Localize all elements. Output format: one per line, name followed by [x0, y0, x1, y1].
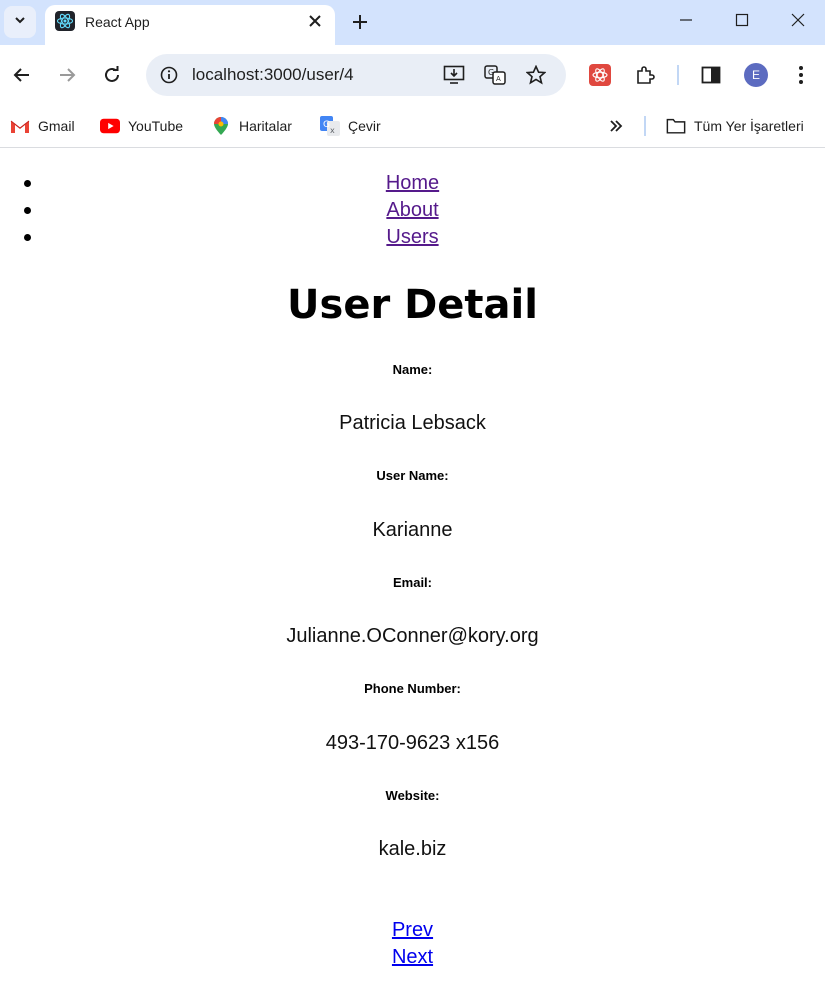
nav-item-users: Users [0, 224, 825, 251]
website-label: Website: [385, 788, 440, 803]
url-text: localhost:3000/user/4 [192, 65, 354, 84]
forward-button[interactable] [51, 59, 83, 91]
list-bullet [24, 207, 31, 214]
tab-title: React App [85, 14, 150, 30]
toolbar-divider [677, 65, 679, 85]
list-bullet [24, 234, 31, 241]
profile-button[interactable]: E [740, 59, 772, 91]
bookmarks-divider [644, 116, 646, 136]
close-window-button[interactable] [770, 0, 825, 40]
name-label: Name: [392, 362, 433, 377]
svg-text:G: G [488, 68, 494, 77]
back-arrow-icon [13, 68, 29, 82]
more-bookmarks-button[interactable] [606, 113, 626, 139]
browser-toolbar: localhost:3000/user/4 GA E [0, 45, 825, 105]
address-bar[interactable]: localhost:3000/user/4 GA [146, 54, 566, 96]
bookmarks-bar: Gmail YouTube Haritalar Gx Çevir Tüm Yer… [0, 105, 825, 148]
tab-close-icon[interactable] [305, 11, 325, 31]
bookmark-label: Haritalar [239, 118, 292, 134]
bookmark-youtube[interactable]: YouTube [100, 113, 183, 139]
active-tab[interactable]: React App [45, 5, 335, 45]
next-link-row: Next [0, 946, 825, 969]
about-link[interactable]: About [386, 199, 438, 221]
react-devtools-icon [589, 64, 611, 86]
translate-icon[interactable]: GA [480, 60, 510, 90]
menu-button[interactable] [785, 59, 817, 91]
tab-strip: React App [0, 0, 825, 45]
next-link[interactable]: Next [392, 946, 433, 968]
tab-search-button[interactable] [4, 6, 36, 38]
bookmark-label: Gmail [38, 118, 75, 134]
page-content: Home About Users User Detail Name: Patri… [0, 148, 825, 994]
page-title: User Detail [287, 282, 538, 328]
double-chevron-right-icon [606, 116, 626, 136]
maximize-button[interactable] [714, 0, 770, 40]
plus-icon [353, 15, 367, 29]
extensions-button[interactable] [629, 59, 661, 91]
username-label: User Name: [376, 468, 449, 483]
react-logo-icon [55, 11, 75, 31]
nav-item-about: About [0, 197, 825, 224]
all-bookmarks-button[interactable]: Tüm Yer İşaretleri [666, 113, 804, 139]
bookmark-label: YouTube [128, 118, 184, 134]
back-button[interactable] [6, 59, 38, 91]
list-bullet [24, 180, 31, 187]
email-value: Julianne.OConner@kory.org [286, 625, 539, 647]
bookmark-cevir[interactable]: Gx Çevir [320, 113, 381, 139]
bookmark-gmail[interactable]: Gmail [10, 113, 75, 139]
prev-link-row: Prev [0, 919, 825, 942]
username-value: Karianne [372, 519, 453, 541]
svg-text:x: x [330, 126, 335, 135]
email-label: Email: [392, 575, 432, 590]
bookmark-label: Çevir [348, 118, 381, 134]
gmail-icon [10, 116, 30, 136]
bookmark-haritalar[interactable]: Haritalar [211, 113, 292, 139]
chevron-down-icon [13, 13, 27, 32]
side-panel-button[interactable] [695, 59, 727, 91]
folder-icon [666, 116, 686, 136]
reload-icon [105, 66, 119, 82]
website-value: kale.biz [378, 838, 447, 860]
phone-label: Phone Number: [364, 681, 461, 696]
nav-list: Home About Users [0, 170, 825, 251]
react-devtools-extension-button[interactable] [584, 59, 616, 91]
google-translate-icon: Gx [320, 116, 340, 136]
install-app-icon[interactable] [439, 60, 469, 90]
forward-arrow-icon [60, 68, 76, 82]
bookmark-label: Tüm Yer İşaretleri [694, 118, 804, 134]
home-link[interactable]: Home [386, 172, 439, 194]
prev-link[interactable]: Prev [392, 919, 433, 941]
phone-value: 493-170-9623 x156 [325, 732, 500, 754]
svg-text:G: G [323, 120, 330, 130]
site-info-icon[interactable] [154, 60, 184, 90]
bookmark-star-icon[interactable] [521, 60, 551, 90]
side-panel-icon [701, 66, 721, 84]
new-tab-button[interactable] [346, 8, 374, 36]
reload-button[interactable] [96, 59, 128, 91]
name-value: Patricia Lebsack [339, 412, 486, 434]
puzzle-icon [637, 66, 655, 84]
svg-text:A: A [496, 75, 501, 83]
minimize-icon [680, 19, 692, 21]
youtube-icon [100, 116, 120, 136]
minimize-button[interactable] [658, 0, 714, 40]
more-vertical-icon [799, 66, 803, 84]
users-link[interactable]: Users [386, 226, 438, 248]
maximize-icon [735, 13, 749, 27]
avatar: E [744, 63, 768, 87]
maps-pin-icon [211, 116, 231, 136]
nav-item-home: Home [0, 170, 825, 197]
close-icon [791, 13, 805, 27]
